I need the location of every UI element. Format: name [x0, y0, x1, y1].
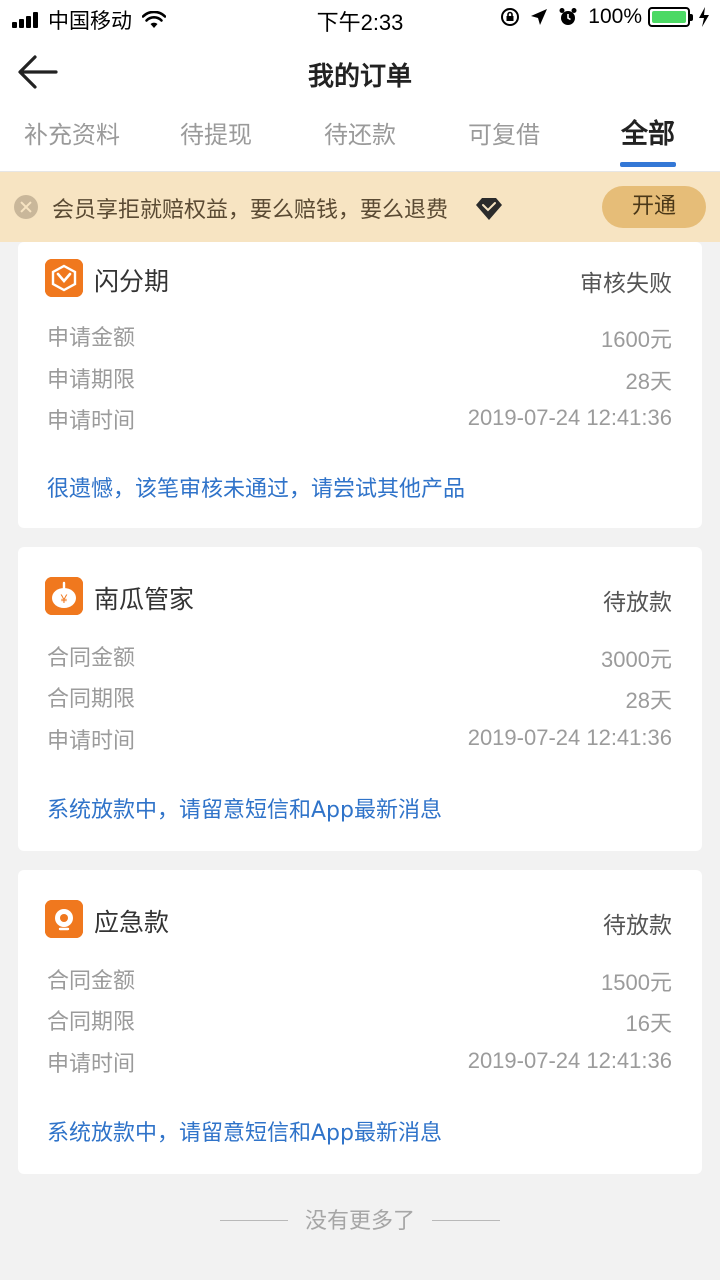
order-card[interactable]: 应急款 待放款 合同金额 1500元 合同期限 16天 申请时间 2019-07…: [18, 870, 702, 1174]
emergency-loan-logo-icon: [45, 900, 83, 938]
tab-label: 待提现: [180, 121, 252, 149]
row-value: 1500元: [601, 970, 672, 995]
product-name: 闪分期: [94, 267, 170, 296]
banner-text: 会员享拒就赔权益，要么赔钱，要么退费: [52, 198, 449, 223]
tab-label: 可复借: [468, 121, 540, 149]
tab-pending-withdraw[interactable]: 待提现: [144, 110, 288, 171]
alarm-icon: [559, 8, 577, 25]
order-card[interactable]: ¥ 南瓜管家 待放款 合同金额 3000元 合同期限 28天 申请时间 2019…: [18, 547, 702, 851]
nav-bar: 我的订单: [0, 36, 720, 110]
battery-percent: 100%: [588, 5, 642, 28]
page-title: 我的订单: [307, 62, 412, 92]
list-end-footer: 没有更多了: [0, 1203, 720, 1237]
row-value: 16天: [625, 1011, 672, 1036]
battery-icon: [648, 7, 693, 27]
row-label: 申请时间: [47, 1052, 136, 1077]
no-more-text: 没有更多了: [304, 1209, 415, 1234]
row-value: 1600元: [601, 327, 672, 352]
product-name: 南瓜管家: [94, 585, 195, 614]
status-bar: 中国移动 下午2:33 100%: [0, 0, 720, 36]
row-label: 申请时间: [47, 409, 136, 434]
order-tabs: 补充资料 待提现 待还款 可复借 全部: [0, 110, 720, 172]
tab-supplement-info[interactable]: 补充资料: [0, 110, 144, 171]
row-value: 28天: [625, 369, 672, 394]
shanfenqi-logo-icon: [45, 259, 83, 297]
order-message[interactable]: 系统放款中，请留意短信和App最新消息: [47, 1115, 442, 1147]
tab-label: 待还款: [324, 121, 396, 149]
pumpkin-logo-icon: ¥: [45, 577, 83, 615]
row-label: 合同金额: [47, 646, 136, 671]
product-name: 应急款: [94, 908, 170, 937]
order-status: 待放款: [603, 913, 672, 939]
svg-text:¥: ¥: [60, 592, 68, 606]
row-value: 2019-07-24 12:41:36: [467, 725, 672, 750]
row-label: 合同期限: [47, 687, 136, 712]
order-card[interactable]: 闪分期 审核失败 申请金额 1600元 申请期限 28天 申请时间 2019-0…: [18, 242, 702, 528]
diamond-icon: [476, 198, 502, 220]
row-label: 合同期限: [47, 1010, 136, 1035]
row-label: 合同金额: [47, 969, 136, 994]
member-banner: 会员享拒就赔权益，要么赔钱，要么退费 开通: [0, 172, 720, 242]
charging-icon: [699, 7, 709, 27]
divider: [432, 1220, 500, 1221]
location-icon: [531, 9, 548, 25]
order-message[interactable]: 很遗憾，该笔审核未通过，请尝试其他产品: [47, 471, 465, 503]
order-message[interactable]: 系统放款中，请留意短信和App最新消息: [47, 792, 442, 824]
row-label: 申请期限: [47, 368, 136, 393]
row-value: 2019-07-24 12:41:36: [467, 405, 672, 430]
row-label: 申请金额: [47, 326, 136, 351]
tab-label: 补充资料: [24, 121, 120, 149]
row-value: 28天: [625, 688, 672, 713]
row-value: 3000元: [601, 647, 672, 672]
tab-pending-repay[interactable]: 待还款: [288, 110, 432, 171]
order-status: 待放款: [603, 590, 672, 616]
close-icon[interactable]: [14, 195, 38, 219]
tab-all[interactable]: 全部: [576, 110, 720, 171]
tab-reborrow[interactable]: 可复借: [432, 110, 576, 171]
active-tab-indicator: [620, 162, 676, 167]
order-status: 审核失败: [580, 271, 672, 297]
tab-label: 全部: [621, 119, 675, 150]
rotation-lock-icon: [501, 8, 520, 26]
row-label: 申请时间: [47, 729, 136, 754]
open-membership-button[interactable]: 开通: [602, 186, 706, 228]
row-value: 2019-07-24 12:41:36: [467, 1048, 672, 1073]
status-right: 100%: [490, 5, 710, 29]
